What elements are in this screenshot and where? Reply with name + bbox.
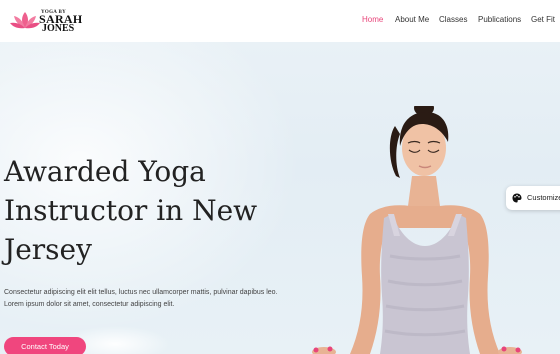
nav-get-fit[interactable]: Get Fit xyxy=(531,15,555,24)
customize-button[interactable]: Customize xyxy=(506,186,560,210)
hero-description-line1: Consectetur adipiscing elit elit tellus,… xyxy=(4,289,278,296)
palette-icon xyxy=(512,193,522,203)
yoga-woman-photo xyxy=(312,106,522,354)
hero-headline: Awarded Yoga Instructor in New Jersey xyxy=(4,155,258,266)
site-logo[interactable]: YOGA BY SARAH JONES xyxy=(10,7,94,37)
nav-classes[interactable]: Classes xyxy=(439,15,467,24)
hero-description-line2: Lorem ipsum dolor sit amet, consectetur … xyxy=(4,301,175,308)
logo-name-line2: JONES xyxy=(42,23,75,34)
hero-section: Awarded Yoga Instructor in New Jersey Co… xyxy=(0,42,560,354)
nav-home[interactable]: Home xyxy=(362,15,383,24)
hero-description: Consectetur adipiscing elit elit tellus,… xyxy=(4,287,304,311)
site-header: YOGA BY SARAH JONES Home About Me Classe… xyxy=(0,0,560,42)
lotus-icon xyxy=(10,12,40,29)
nav-publications[interactable]: Publications xyxy=(478,15,521,24)
nav-about-me[interactable]: About Me xyxy=(395,15,429,24)
customize-label: Customize xyxy=(527,193,560,202)
contact-today-button[interactable]: Contact Today xyxy=(4,337,86,354)
